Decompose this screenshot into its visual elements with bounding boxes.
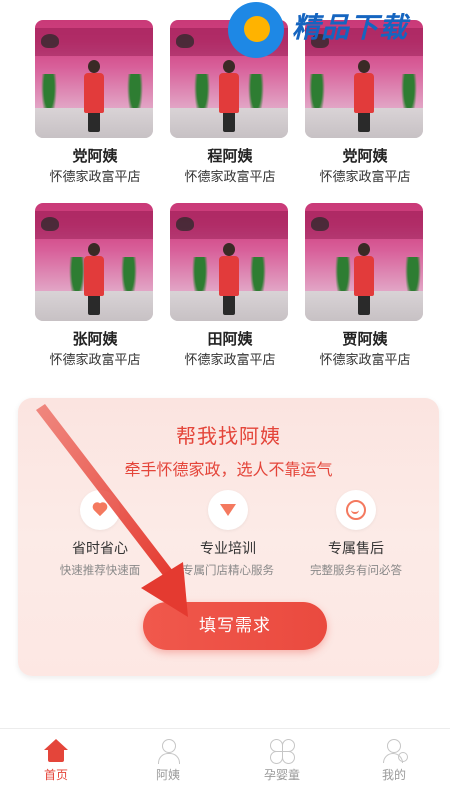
panel-subtitle: 牵手怀德家政，选人不靠运气	[124, 460, 333, 479]
worker-name: 田阿姨	[207, 330, 253, 348]
worker-photo	[35, 20, 153, 138]
worker-card[interactable]: 张阿姨 怀德家政富平店	[35, 203, 155, 370]
watermark-text: 精品下载	[292, 11, 409, 44]
feature-title: 专业培训	[200, 541, 256, 557]
bottom-tab-bar: 首页 阿姨 孕婴童 我的	[0, 728, 450, 792]
tab-label: 首页	[43, 768, 68, 782]
tab-nanny[interactable]: 阿姨	[112, 729, 224, 792]
worker-shop: 怀德家政富平店	[184, 170, 276, 185]
worker-card[interactable]: 田阿姨 怀德家政富平店	[170, 203, 290, 370]
worker-name: 贾阿姨	[342, 330, 388, 348]
worker-name: 张阿姨	[72, 330, 118, 348]
fill-request-button[interactable]: 填写需求	[143, 602, 327, 650]
watermark: 精品下载	[228, 0, 450, 64]
nanny-icon	[155, 738, 181, 764]
heart-icon	[80, 490, 120, 530]
worker-photo	[170, 203, 288, 321]
tab-profile[interactable]: 我的	[338, 729, 450, 792]
worker-photo	[35, 203, 153, 321]
worker-shop: 怀德家政富平店	[319, 353, 411, 368]
diamond-icon	[208, 490, 248, 530]
worker-shop: 怀德家政富平店	[319, 170, 411, 185]
profile-icon	[381, 738, 408, 764]
feature-item: 专属售后 完整服务有问必答	[286, 490, 426, 578]
smile-icon	[336, 490, 376, 530]
worker-name: 程阿姨	[207, 147, 253, 165]
tab-label: 阿姨	[155, 768, 180, 782]
tab-maternity[interactable]: 孕婴童	[226, 729, 338, 792]
tab-home[interactable]: 首页	[0, 729, 112, 792]
worker-card[interactable]: 贾阿姨 怀德家政富平店	[305, 203, 425, 370]
worker-shop: 怀德家政富平店	[49, 170, 141, 185]
worker-name: 党阿姨	[72, 147, 118, 165]
clover-icon	[269, 738, 295, 764]
worker-shop: 怀德家政富平店	[49, 353, 141, 368]
worker-shop: 怀德家政富平店	[184, 353, 276, 368]
feature-item: 专业培训 专属门店精心服务	[158, 490, 298, 578]
worker-card[interactable]: 党阿姨 怀德家政富平店	[35, 20, 155, 187]
gear-icon	[398, 752, 408, 762]
watermark-logo-icon	[228, 2, 284, 58]
worker-name: 党阿姨	[342, 147, 388, 165]
panel-title: 帮我找阿姨	[176, 424, 281, 448]
tab-label: 我的	[381, 768, 406, 782]
feature-title: 专属售后	[328, 541, 384, 557]
tab-label: 孕婴童	[263, 768, 300, 782]
feature-desc: 快速推荐快速面	[59, 563, 141, 577]
feature-item: 省时省心 快速推荐快速面	[30, 490, 170, 578]
worker-photo	[305, 203, 423, 321]
feature-desc: 专属门店精心服务	[182, 563, 274, 577]
home-icon	[43, 738, 69, 764]
feature-desc: 完整服务有问必答	[310, 563, 402, 577]
feature-title: 省时省心	[72, 541, 128, 557]
